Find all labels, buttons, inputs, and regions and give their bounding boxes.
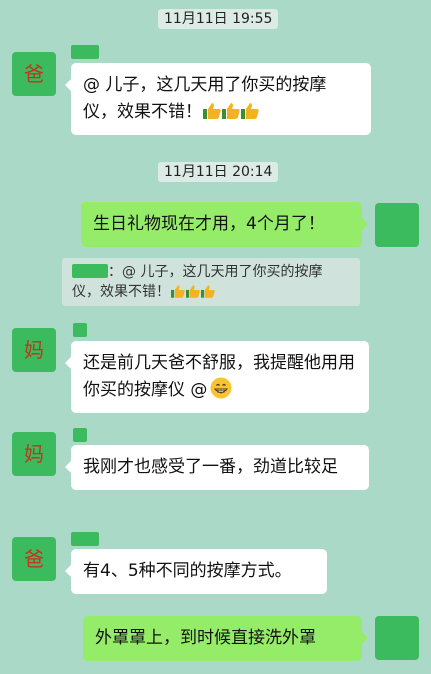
message-text: 我刚才也感受了一番，劲道比较足 <box>83 457 338 477</box>
sender-name-redacted <box>73 428 87 442</box>
message-bubble[interactable]: 有4、5种不同的按摩方式。 <box>65 549 327 594</box>
message-text: 外罩罩上，到时候直接洗外罩 <box>95 628 316 648</box>
message-bubble[interactable]: 生日礼物现在才用，4个月了！ <box>81 202 368 247</box>
thumbs-up-icon <box>171 285 185 298</box>
avatar-mom[interactable]: 妈 <box>12 432 56 476</box>
message-bubble[interactable]: 我刚才也感受了一番，劲道比较足 <box>65 445 369 490</box>
avatar-label: 妈 <box>24 338 44 362</box>
quoted-sender-redacted <box>72 264 108 278</box>
avatar-dad[interactable]: 爸 <box>12 537 56 581</box>
thumbs-up-icon <box>201 285 215 298</box>
avatar-label: 妈 <box>24 442 44 466</box>
message-text: 生日礼物现在才用，4个月了！ <box>93 214 325 234</box>
timestamp: 11月11日 20:14 <box>158 162 279 182</box>
avatar-label: 爸 <box>24 547 44 571</box>
thumbs-up-icon <box>241 103 259 119</box>
thumbs-up-icon <box>222 103 240 119</box>
message-text: 有4、5种不同的按摩方式。 <box>83 561 292 581</box>
timestamp: 11月11日 19:55 <box>158 9 279 29</box>
sender-name-redacted <box>71 45 99 59</box>
sender-name-redacted <box>71 532 99 546</box>
avatar-self[interactable] <box>375 616 419 660</box>
sender-name-redacted <box>73 323 87 337</box>
message-bubble[interactable]: @ 儿子，这几天用了你买的按摩仪，效果不错！ <box>65 63 371 135</box>
message-bubble[interactable]: 还是前几天爸不舒服，我提醒他用用你买的按摩仪 @ <box>65 341 369 413</box>
avatar-mom[interactable]: 妈 <box>12 328 56 372</box>
message-bubble[interactable]: 外罩罩上，到时候直接洗外罩 <box>83 616 368 661</box>
thumbs-up-icon <box>186 285 200 298</box>
avatar-label: 爸 <box>24 62 44 86</box>
quoted-message[interactable]: ：@ 儿子，这几天用了你买的按摩仪，效果不错！ <box>62 258 360 306</box>
thumbs-up-icon <box>203 103 221 119</box>
grinning-face-icon <box>210 377 232 399</box>
avatar-dad[interactable]: 爸 <box>12 52 56 96</box>
avatar-self[interactable] <box>375 203 419 247</box>
